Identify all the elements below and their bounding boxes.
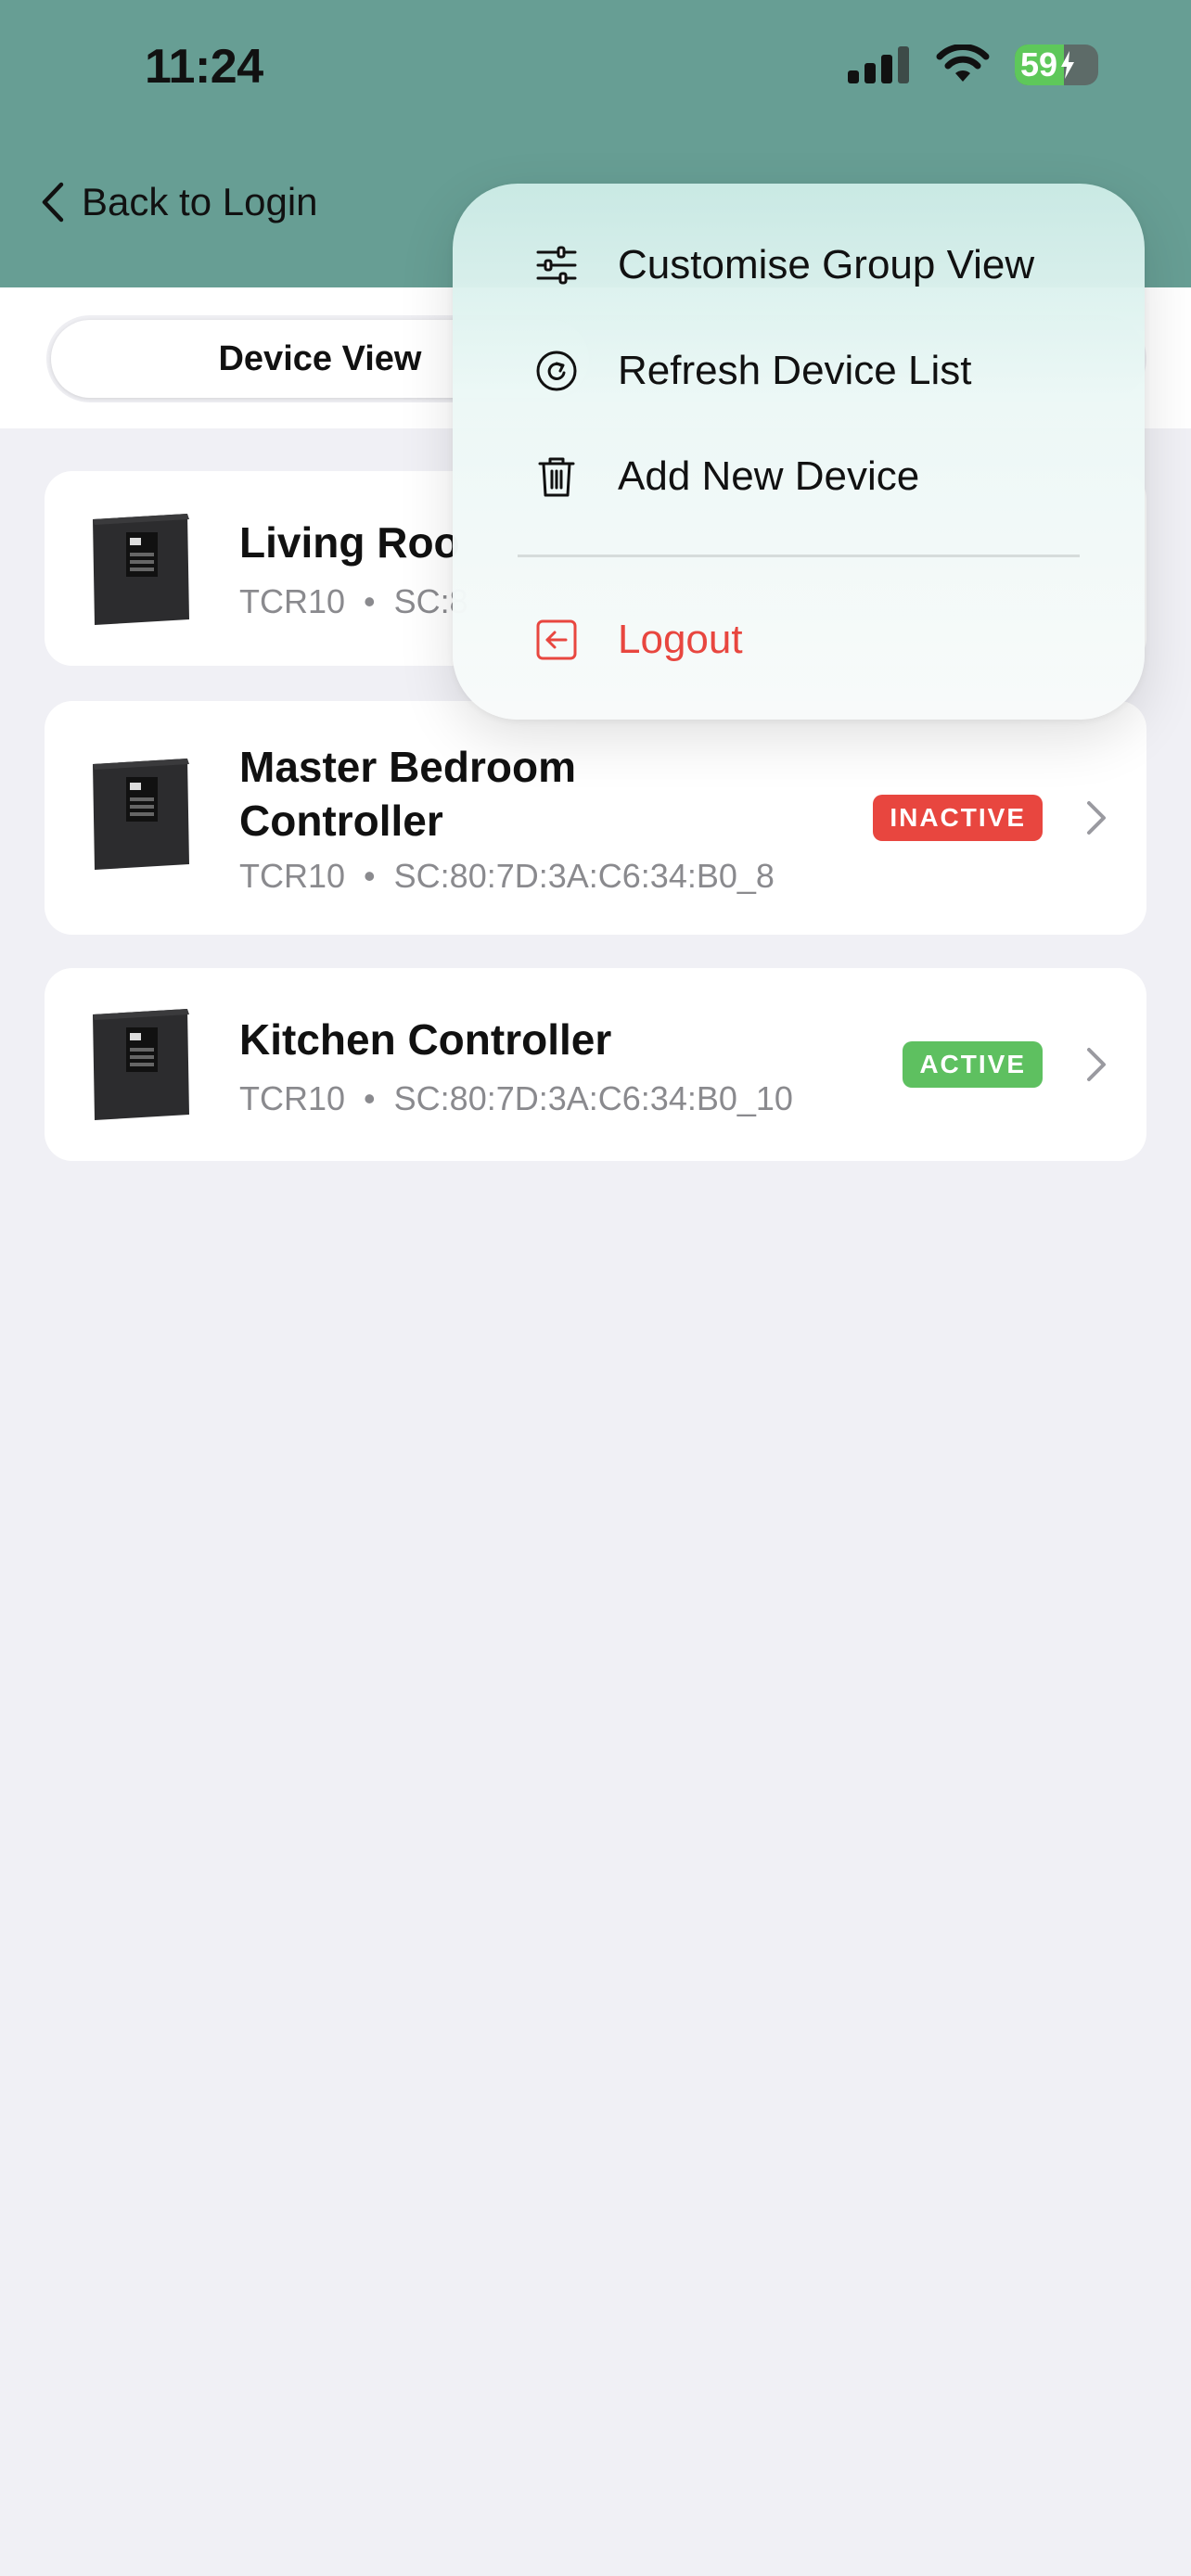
wifi-icon (936, 45, 990, 82)
sliders-icon (536, 246, 577, 285)
menu-item-label: Customise Group View (618, 242, 1035, 287)
device-model: TCR10 (239, 582, 346, 620)
device-name: Master Bedroom Controller (239, 740, 576, 848)
options-menu: Customise Group View Refresh Device List… (453, 184, 1145, 720)
device-card-kitchen[interactable]: Kitchen Controller TCR10 • SC:80:7D:3A:C… (45, 968, 1146, 1161)
menu-divider (518, 555, 1080, 557)
chevron-right-icon (1087, 801, 1106, 835)
status-time: 11:24 (145, 40, 263, 94)
menu-item-logout[interactable]: Logout (453, 593, 1145, 686)
thermostat-device-image (93, 759, 189, 870)
charging-bolt-icon (1061, 51, 1075, 79)
menu-item-add-new-device[interactable]: Add New Device (453, 430, 1145, 523)
device-meta: TCR10 • SC:80:7D:3A:C6:34:B0_10 (239, 1079, 793, 1117)
device-name: Kitchen Controller (239, 1015, 612, 1064)
back-to-login-label: Back to Login (82, 180, 318, 223)
device-name-line2: Controller (239, 797, 443, 845)
status-badge-active: ACTIVE (903, 1041, 1043, 1088)
menu-item-refresh-device-list[interactable]: Refresh Device List (453, 325, 1145, 417)
device-list-screen: 11:24 59 Back to Login Device View Livin… (0, 0, 1191, 2576)
battery-indicator: 59 (1015, 45, 1098, 85)
device-meta: TCR10 • SC:8 (239, 582, 468, 620)
device-meta: TCR10 • SC:80:7D:3A:C6:34:B0_8 (239, 857, 775, 895)
menu-item-label: Add New Device (618, 453, 920, 499)
menu-item-customise-group-view[interactable]: Customise Group View (453, 219, 1145, 312)
refresh-icon (536, 351, 577, 391)
battery-level: 59 (1020, 45, 1058, 83)
chevron-left-icon (42, 182, 64, 223)
status-badge-inactive: INACTIVE (873, 795, 1043, 841)
device-serial: SC:80:7D:3A:C6:34:B0_8 (393, 857, 775, 895)
chevron-right-icon (1087, 1048, 1106, 1081)
thermostat-device-image (93, 514, 189, 625)
trash-icon (538, 457, 575, 497)
device-model: TCR10 (239, 857, 346, 895)
device-card-master-bedroom[interactable]: Master Bedroom Controller TCR10 • SC:80:… (45, 701, 1146, 935)
menu-item-label: Refresh Device List (618, 348, 972, 393)
device-name: Living Roo (239, 518, 460, 567)
status-icons: 59 (848, 45, 1098, 85)
menu-item-label: Logout (618, 617, 743, 662)
thermostat-device-image (93, 1009, 189, 1120)
logout-icon (536, 619, 577, 660)
back-to-login-button[interactable]: Back to Login (41, 180, 318, 224)
device-serial: SC:80:7D:3A:C6:34:B0_10 (393, 1079, 793, 1117)
device-model: TCR10 (239, 1079, 346, 1117)
device-name-line1: Master Bedroom (239, 743, 576, 791)
cellular-signal-icon (848, 46, 909, 83)
